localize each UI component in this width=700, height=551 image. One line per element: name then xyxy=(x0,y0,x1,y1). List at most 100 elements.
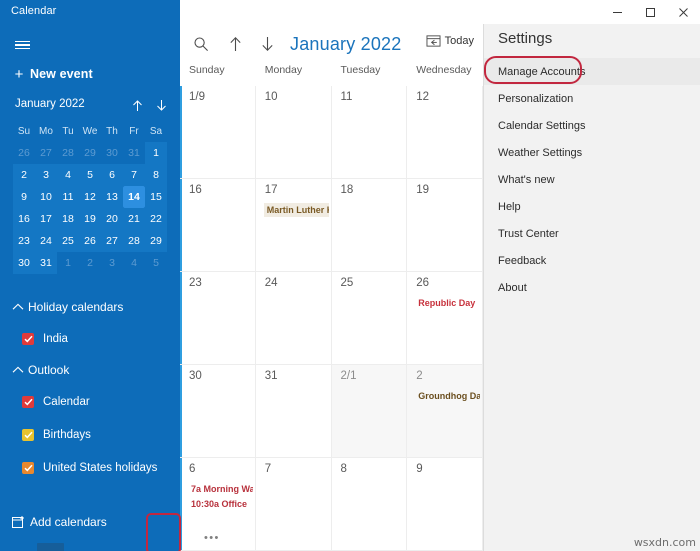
calendar-group-header[interactable]: Outlook xyxy=(0,355,180,385)
previous-period-button[interactable] xyxy=(222,28,248,60)
calendar-day-cell[interactable]: 16 xyxy=(180,179,256,272)
maximize-button[interactable] xyxy=(634,0,667,24)
calendar-day-cell[interactable]: 18 xyxy=(331,179,408,272)
settings-item-feedback[interactable]: Feedback xyxy=(484,247,700,274)
mail-button[interactable] xyxy=(5,543,32,551)
mini-calendar-day[interactable]: 4 xyxy=(57,164,79,186)
mini-calendar-day[interactable]: 5 xyxy=(79,164,101,186)
mini-calendar-day[interactable]: 28 xyxy=(57,142,79,164)
mini-calendar-day[interactable]: 20 xyxy=(101,208,123,230)
mini-calendar-day[interactable]: 17 xyxy=(35,208,57,230)
mini-calendar-day[interactable]: 26 xyxy=(79,230,101,252)
mini-calendar-day[interactable]: 21 xyxy=(123,208,145,230)
mini-calendar-day[interactable]: 14 xyxy=(123,186,145,208)
mini-calendar-day[interactable]: 12 xyxy=(79,186,101,208)
calendar-day-cell[interactable]: 26 Republic Day xyxy=(407,272,483,365)
calendar-checkbox[interactable] xyxy=(22,428,34,441)
next-period-button[interactable] xyxy=(254,28,280,60)
mini-calendar-day[interactable]: 9 xyxy=(13,186,35,208)
calendar-day-cell[interactable]: 2 Groundhog Day xyxy=(407,365,483,458)
calendar-day-cell[interactable]: 7 xyxy=(255,458,332,551)
mini-calendar-day[interactable]: 1 xyxy=(57,252,79,274)
mini-calendar-month-label[interactable]: January 2022 xyxy=(15,98,85,110)
mini-calendar-day[interactable]: 8 xyxy=(145,164,167,186)
mini-calendar-day[interactable]: 15 xyxy=(145,186,167,208)
people-button[interactable] xyxy=(69,543,96,551)
calendar-day-cell[interactable]: 24 xyxy=(255,272,332,365)
mini-calendar-day[interactable]: 1 xyxy=(145,142,167,164)
more-events-button[interactable]: ••• xyxy=(204,532,220,544)
calendar-day-cell[interactable]: 19 xyxy=(407,179,483,272)
settings-item-personalization[interactable]: Personalization xyxy=(484,85,700,112)
calendar-event[interactable]: 7a Morning Wa xyxy=(188,482,253,496)
settings-gear-button[interactable] xyxy=(153,543,180,551)
calendar-event[interactable]: 10:30a Office xyxy=(188,497,253,511)
calendar-list-item[interactable]: India xyxy=(0,322,180,355)
mini-calendar-day[interactable]: 25 xyxy=(57,230,79,252)
calendar-day-cell[interactable]: 6 7a Morning Wa 10:30a Office ••• xyxy=(180,458,256,551)
mini-calendar-day[interactable]: 3 xyxy=(35,164,57,186)
calendar-list-item[interactable]: United States holidays xyxy=(0,451,180,484)
calendar-day-cell[interactable]: 11 xyxy=(331,86,408,179)
calendar-day-cell[interactable]: 25 xyxy=(331,272,408,365)
mini-calendar-day[interactable]: 26 xyxy=(13,142,35,164)
mini-calendar-day[interactable]: 10 xyxy=(35,186,57,208)
mini-calendar-day[interactable]: 18 xyxy=(57,208,79,230)
mini-calendar-day[interactable]: 4 xyxy=(123,252,145,274)
calendar-day-cell[interactable]: 10 xyxy=(255,86,332,179)
mini-calendar-day[interactable]: 29 xyxy=(145,230,167,252)
mini-next-month-button[interactable] xyxy=(154,96,168,114)
calendar-group-header[interactable]: Holiday calendars xyxy=(0,292,180,322)
settings-item-about[interactable]: About xyxy=(484,274,700,301)
mini-calendar-day[interactable]: 31 xyxy=(123,142,145,164)
calendar-day-cell[interactable]: 8 xyxy=(331,458,408,551)
mini-calendar-day[interactable]: 3 xyxy=(101,252,123,274)
mini-calendar-day[interactable]: 30 xyxy=(101,142,123,164)
calendar-checkbox[interactable] xyxy=(22,332,34,345)
settings-item-manage-accounts[interactable]: Manage Accounts xyxy=(484,58,700,85)
mini-calendar-day[interactable]: 28 xyxy=(123,230,145,252)
add-calendars-button[interactable]: Add calendars xyxy=(8,515,107,529)
settings-item-calendar-settings[interactable]: Calendar Settings xyxy=(484,112,700,139)
mini-calendar-day[interactable]: 13 xyxy=(101,186,123,208)
settings-item-weather-settings[interactable]: Weather Settings xyxy=(484,139,700,166)
mini-calendar-day[interactable]: 30 xyxy=(13,252,35,274)
calendar-day-cell[interactable]: 23 xyxy=(180,272,256,365)
calendar-list-item[interactable]: Birthdays xyxy=(0,418,180,451)
mini-calendar-day[interactable]: 6 xyxy=(101,164,123,186)
mini-calendar-day[interactable]: 27 xyxy=(101,230,123,252)
calendar-day-cell[interactable]: 30 xyxy=(180,365,256,458)
mini-calendar-day[interactable]: 22 xyxy=(145,208,167,230)
minimize-button[interactable] xyxy=(601,0,634,24)
new-event-button[interactable]: + New event xyxy=(8,60,172,88)
calendar-checkbox[interactable] xyxy=(22,461,34,474)
mini-calendar-day[interactable]: 5 xyxy=(145,252,167,274)
calendar-checkbox[interactable] xyxy=(22,395,34,408)
calendar-event[interactable]: Groundhog Day xyxy=(415,389,480,403)
settings-item-trust-center[interactable]: Trust Center xyxy=(484,220,700,247)
today-button[interactable]: Today xyxy=(422,31,478,51)
settings-item-help[interactable]: Help xyxy=(484,193,700,220)
calendar-event[interactable]: Republic Day xyxy=(415,296,480,310)
calendar-day-cell[interactable]: 12 xyxy=(407,86,483,179)
calendar-day-cell[interactable]: 31 xyxy=(255,365,332,458)
calendar-day-cell[interactable]: 17 Martin Luther K xyxy=(255,179,332,272)
mini-calendar-day[interactable]: 16 xyxy=(13,208,35,230)
calendar-day-cell[interactable]: 1/9 xyxy=(180,86,256,179)
mini-calendar-day[interactable]: 24 xyxy=(35,230,57,252)
search-button[interactable] xyxy=(186,28,216,60)
calendar-event[interactable]: Martin Luther K xyxy=(263,203,329,217)
mini-calendar-day[interactable]: 29 xyxy=(79,142,101,164)
mini-calendar-day[interactable]: 2 xyxy=(13,164,35,186)
mini-calendar-day[interactable]: 27 xyxy=(35,142,57,164)
mini-calendar-day[interactable]: 11 xyxy=(57,186,79,208)
hamburger-menu-button[interactable] xyxy=(6,30,38,60)
mini-calendar-day[interactable]: 31 xyxy=(35,252,57,274)
close-button[interactable] xyxy=(667,0,700,24)
mini-calendar-day[interactable]: 2 xyxy=(79,252,101,274)
calendar-day-cell[interactable]: 9 xyxy=(407,458,483,551)
mini-calendar-day[interactable]: 23 xyxy=(13,230,35,252)
calendar-button[interactable] xyxy=(37,543,64,551)
mini-calendar-day[interactable]: 7 xyxy=(123,164,145,186)
calendar-list-item[interactable]: Calendar xyxy=(0,385,180,418)
